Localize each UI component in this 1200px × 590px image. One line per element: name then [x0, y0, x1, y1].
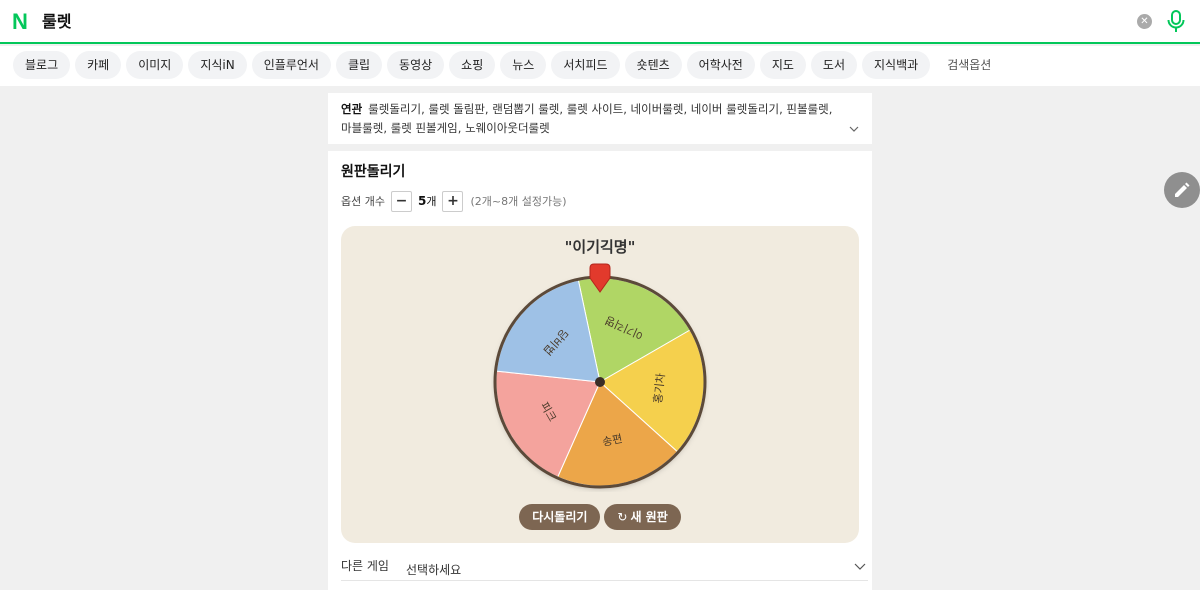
other-game-value: 선택하세요: [406, 563, 462, 577]
tab-12[interactable]: 지도: [759, 51, 806, 79]
new-wheel-button[interactable]: ↻ 새 원판: [604, 504, 681, 530]
pencil-icon: [1175, 182, 1190, 197]
search-header: N 룰렛 ✕: [0, 0, 1200, 44]
increase-option-button[interactable]: +: [442, 190, 464, 212]
count-unit: 개: [426, 195, 437, 208]
tab-11[interactable]: 어학사전: [686, 51, 755, 79]
other-game-row: 다른 게임 선택하세요: [341, 557, 868, 581]
decrease-option-button[interactable]: −: [390, 190, 412, 212]
tab-9[interactable]: 서치피드: [551, 51, 620, 79]
microphone-icon[interactable]: [1166, 10, 1186, 34]
tab-13[interactable]: 도서: [810, 51, 858, 79]
related-label: 연관: [341, 102, 363, 116]
option-count-row: 옵션 개수 − 5개 + (2개~8개 설정가능): [341, 190, 566, 212]
wheel-center-pin: [595, 377, 605, 387]
clear-search-button[interactable]: ✕: [1137, 14, 1152, 29]
tab-7[interactable]: 쇼핑: [449, 51, 496, 79]
related-keywords[interactable]: 룰렛돌리기, 룰렛 돌림판, 랜덤뽑기 룰렛, 룰렛 사이트, 네이버룰렛, 네…: [341, 102, 832, 135]
option-range-hint: (2개~8개 설정가능): [470, 195, 567, 208]
edit-button[interactable]: [1164, 172, 1200, 208]
respin-button[interactable]: 다시돌리기: [519, 504, 601, 530]
option-count-label: 옵션 개수: [341, 195, 385, 208]
tab-5[interactable]: 클립: [335, 51, 383, 79]
chevron-down-icon[interactable]: [849, 124, 859, 134]
tab-0[interactable]: 블로그: [13, 51, 71, 79]
search-tab-bar: 블로그 카페 이미지 지식iN 인플루언서 클립 동영상 쇼핑 뉴스 서치피드 숏텐츠 어학사전 지도 도…: [0, 46, 1200, 86]
tab-1[interactable]: 카페: [75, 51, 122, 79]
wheel-panel: "이기긱명" 이기긱명 홍기차 송편 피크 당비법 다시돌리기 ↻ 새 원판: [341, 226, 859, 543]
refresh-icon: ↻: [617, 510, 628, 524]
search-query-input[interactable]: 룰렛: [42, 12, 71, 32]
related-searches: 연관 룰렛돌리기, 룰렛 돌림판, 랜덤뽑기 룰렛, 룰렛 사이트, 네이버룰렛,…: [328, 93, 872, 144]
roulette-wheel[interactable]: 이기긱명홍기차송편피크당비법: [491, 262, 709, 492]
tab-4[interactable]: 인플루언서: [251, 51, 331, 79]
roulette-title: 원판돌리기: [341, 164, 406, 180]
other-game-select[interactable]: 선택하세요: [406, 561, 866, 581]
search-options-button[interactable]: 검색옵션: [935, 51, 1003, 79]
tab-10[interactable]: 숏텐츠: [624, 51, 682, 79]
naver-logo[interactable]: N: [12, 11, 32, 33]
roulette-card: 원판돌리기 옵션 개수 − 5개 + (2개~8개 설정가능) "이기긱명" 이…: [328, 151, 872, 590]
tab-3[interactable]: 지식iN: [188, 51, 247, 79]
tab-2[interactable]: 이미지: [126, 51, 184, 79]
tab-8[interactable]: 뉴스: [500, 51, 547, 79]
other-game-label: 다른 게임: [341, 559, 389, 573]
tab-14[interactable]: 지식백과: [862, 51, 931, 79]
wheel-buttons: 다시돌리기 ↻ 새 원판: [341, 504, 859, 530]
option-count-value: 5개: [418, 193, 436, 209]
new-wheel-label: 새 원판: [630, 510, 668, 524]
chevron-down-icon: [854, 563, 866, 570]
tab-6[interactable]: 동영상: [387, 51, 445, 79]
tab-list: 블로그 카페 이미지 지식iN 인플루언서 클립 동영상 쇼핑 뉴스 서치피드 숏텐츠 어학사전 지도 도…: [13, 51, 1003, 79]
result-text: "이기긱명": [564, 238, 636, 256]
